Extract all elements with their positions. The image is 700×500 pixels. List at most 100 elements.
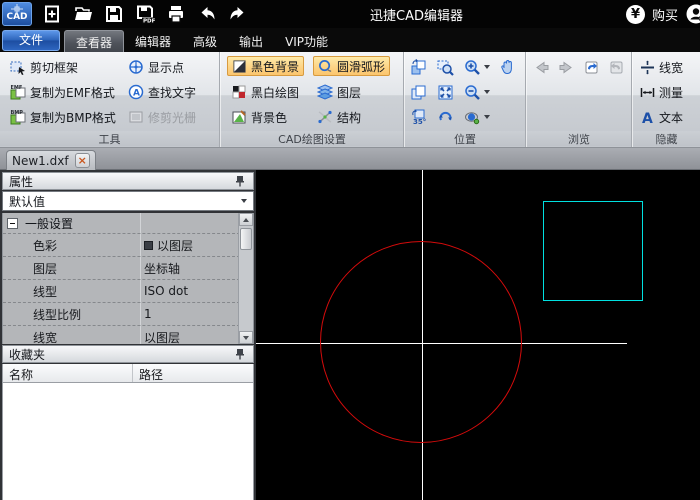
section-label: 一般设置 bbox=[25, 216, 74, 231]
property-row-linetype-scale[interactable]: 线型比例 1 bbox=[3, 303, 240, 326]
account-icon[interactable] bbox=[685, 3, 700, 25]
copy-bmp-button[interactable]: BMP 复制为BMP格式 bbox=[6, 107, 120, 127]
scroll-down-icon[interactable] bbox=[239, 331, 253, 344]
zoom-in-dropdown[interactable] bbox=[484, 65, 490, 69]
property-row-layer[interactable]: 图层 坐标轴 bbox=[3, 257, 240, 280]
rectangle-entity[interactable] bbox=[543, 201, 643, 301]
copy-view-icon[interactable] bbox=[408, 82, 428, 102]
pan-icon[interactable] bbox=[497, 57, 517, 77]
preset-value: 默认值 bbox=[9, 194, 46, 209]
cad-logo[interactable]: CAD bbox=[2, 2, 32, 26]
rotate-view-icon[interactable] bbox=[408, 57, 428, 77]
app-window: CAD PDF 迅捷CAD编辑器 ¥ 购买 文件 查看器 编辑器 高级 输出 V… bbox=[0, 0, 700, 500]
view-redo-icon[interactable] bbox=[606, 57, 626, 77]
trim-raster-button[interactable]: 修剪光栅 bbox=[124, 107, 200, 127]
black-background-toggle[interactable]: 黑色背景 bbox=[227, 56, 305, 76]
black-background-icon bbox=[233, 59, 246, 73]
tab-output[interactable]: 输出 bbox=[228, 30, 274, 52]
back-arrow-icon[interactable] bbox=[531, 57, 551, 77]
properties-title: 属性 bbox=[9, 174, 34, 189]
property-row-linetype[interactable]: 线型 ISO dot bbox=[3, 280, 240, 303]
zoom-extents-icon[interactable] bbox=[435, 82, 455, 102]
text-button[interactable]: A 文本 bbox=[636, 107, 687, 127]
scrollbar[interactable] bbox=[238, 213, 253, 344]
forward-arrow-icon[interactable] bbox=[556, 57, 576, 77]
pin-icon[interactable] bbox=[233, 347, 247, 361]
copy-emf-button[interactable]: EMF 复制为EMF格式 bbox=[6, 82, 119, 102]
close-icon[interactable]: × bbox=[74, 153, 90, 168]
scroll-up-icon[interactable] bbox=[239, 213, 253, 226]
refresh-view-icon[interactable] bbox=[435, 107, 455, 127]
favorites-title: 收藏夹 bbox=[9, 347, 46, 362]
save-pdf-icon[interactable]: PDF bbox=[134, 3, 156, 25]
titlebar: CAD PDF 迅捷CAD编辑器 ¥ 购买 bbox=[0, 0, 700, 28]
tab-vip[interactable]: VIP功能 bbox=[274, 30, 339, 52]
column-header-name[interactable]: 名称 bbox=[3, 364, 133, 382]
ribbon-group-label: 浏览 bbox=[527, 131, 631, 146]
bmp-copy-icon: BMP bbox=[10, 110, 26, 125]
tab-editor[interactable]: 编辑器 bbox=[124, 30, 182, 52]
preset-dropdown[interactable]: 默认值 bbox=[2, 191, 254, 211]
open-folder-icon[interactable] bbox=[72, 3, 94, 25]
chevron-down-icon bbox=[241, 199, 247, 203]
favorites-column-headers: 名称 路径 bbox=[2, 364, 254, 383]
yuan-icon[interactable]: ¥ bbox=[625, 4, 645, 24]
property-section[interactable]: 一般设置 bbox=[3, 213, 240, 234]
ribbon-group-label: 位置 bbox=[405, 131, 525, 146]
redo-icon[interactable] bbox=[227, 3, 249, 25]
smooth-arc-toggle[interactable]: 圆滑弧形 bbox=[313, 56, 391, 76]
structure-button[interactable]: 结构 bbox=[313, 107, 365, 127]
rotate-35-icon[interactable]: 35° bbox=[408, 107, 428, 127]
circle-entity[interactable] bbox=[320, 241, 522, 443]
column-header-path[interactable]: 路径 bbox=[133, 364, 253, 382]
print-icon[interactable] bbox=[165, 3, 187, 25]
structure-icon bbox=[318, 110, 332, 124]
drawing-canvas[interactable] bbox=[256, 170, 700, 500]
emf-copy-icon: EMF bbox=[10, 85, 26, 100]
new-file-icon[interactable] bbox=[41, 3, 63, 25]
property-row-lineweight[interactable]: 线宽 以图层 bbox=[3, 326, 240, 345]
svg-text:35°: 35° bbox=[413, 118, 426, 126]
zoom-in-icon[interactable] bbox=[462, 57, 482, 77]
properties-panel-header: 属性 bbox=[2, 172, 254, 190]
buy-button[interactable]: 购买 bbox=[652, 5, 678, 24]
left-panel: 属性 默认值 一般设置 色彩 以图层 图层 坐标轴 线型 ISO dot 线型比… bbox=[0, 170, 256, 500]
scrollbar-thumb[interactable] bbox=[240, 228, 252, 250]
cut-frame-button[interactable]: 剪切框架 bbox=[6, 57, 82, 77]
smooth-arc-icon bbox=[319, 59, 332, 72]
view-undo-icon[interactable] bbox=[581, 57, 601, 77]
ribbon-group-position: 35° 位置 bbox=[405, 52, 526, 147]
svg-text:A: A bbox=[642, 111, 653, 125]
bw-drawing-button[interactable]: 黑白绘图 bbox=[227, 82, 303, 102]
document-tab[interactable]: New1.dxf × bbox=[6, 150, 96, 170]
layers-icon bbox=[317, 84, 333, 100]
undo-icon[interactable] bbox=[196, 3, 218, 25]
property-row-color[interactable]: 色彩 以图层 bbox=[3, 234, 240, 257]
measure-button[interactable]: 测量 bbox=[636, 82, 687, 102]
find-text-button[interactable]: A 查找文字 bbox=[124, 82, 200, 102]
favorites-list[interactable] bbox=[2, 383, 254, 500]
document-tabbar: New1.dxf × bbox=[0, 148, 700, 170]
ribbon-group-label: 隐藏 bbox=[633, 131, 700, 146]
background-color-button[interactable]: 背景色 bbox=[227, 107, 291, 127]
zoom-out-icon[interactable] bbox=[462, 82, 482, 102]
ribbon-group-cad-settings: 黑色背景 黑白绘图 背景色 圆滑弧形 图层 结构 CAD绘图设置 bbox=[221, 52, 404, 147]
svg-text:BMP: BMP bbox=[11, 110, 24, 116]
layers-button[interactable]: 图层 bbox=[313, 82, 365, 102]
line-width-button[interactable]: 线宽 bbox=[636, 57, 687, 77]
color-swatch bbox=[144, 240, 153, 250]
show-points-button[interactable]: 显示点 bbox=[124, 57, 188, 77]
zoom-window-icon[interactable] bbox=[435, 57, 455, 77]
pin-icon[interactable] bbox=[233, 174, 247, 188]
sphere-zoom-dropdown[interactable] bbox=[484, 115, 490, 119]
zoom-out-dropdown[interactable] bbox=[484, 90, 490, 94]
tab-advanced[interactable]: 高级 bbox=[182, 30, 228, 52]
collapse-icon[interactable] bbox=[7, 217, 18, 229]
file-menu-button[interactable]: 文件 bbox=[2, 30, 60, 51]
measure-icon bbox=[640, 87, 655, 97]
trim-raster-icon bbox=[129, 111, 143, 123]
sphere-zoom-icon[interactable] bbox=[462, 107, 482, 127]
ribbon: 剪切框架 EMF 复制为EMF格式 BMP 复制为BMP格式 显示点 A 查找文… bbox=[0, 52, 700, 148]
tab-viewer[interactable]: 查看器 bbox=[64, 30, 125, 52]
save-icon[interactable] bbox=[103, 3, 125, 25]
